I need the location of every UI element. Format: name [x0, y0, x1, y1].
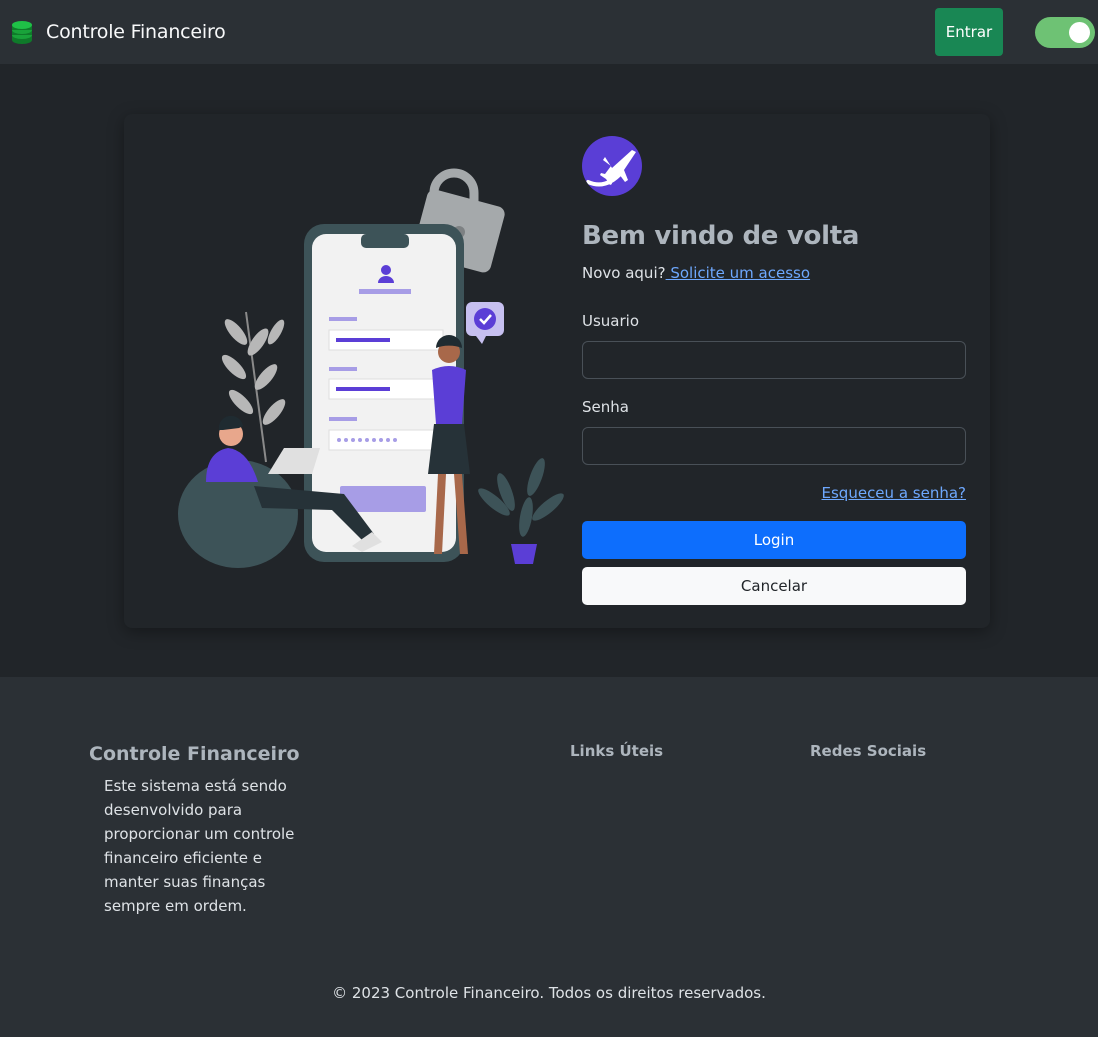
cancel-button[interactable]: Cancelar	[582, 567, 966, 605]
footer: Controle Financeiro Este sistema está se…	[0, 677, 1098, 1037]
copyright: © 2023 Controle Financeiro. Todos os dir…	[332, 984, 766, 1002]
toggle-knob	[1069, 22, 1090, 43]
username-input[interactable]	[582, 341, 966, 379]
coins-stack-icon	[12, 21, 32, 44]
enter-button[interactable]: Entrar	[935, 8, 1003, 56]
brand-title[interactable]: Controle Financeiro	[46, 21, 226, 43]
forgot-password-link[interactable]: Esqueceu a senha?	[822, 484, 966, 502]
useful-links-heading: Links Úteis	[570, 742, 664, 760]
signup-prompt-text: Novo aqui?	[582, 264, 666, 282]
login-button[interactable]: Login	[582, 521, 966, 559]
brand-link[interactable]: Controle Financeiro	[11, 20, 226, 46]
airplane-icon	[582, 136, 642, 196]
password-label: Senha	[582, 398, 629, 416]
signup-prompt: Novo aqui? Solicite um acesso	[582, 264, 810, 282]
footer-description: Este sistema está sendo desenvolvido par…	[104, 777, 295, 915]
login-illustration	[178, 168, 564, 568]
password-input[interactable]	[582, 427, 966, 465]
theme-toggle[interactable]	[1035, 17, 1095, 48]
request-access-link[interactable]: Solicite um acesso	[666, 264, 810, 282]
footer-title: Controle Financeiro	[89, 743, 300, 765]
page-title: Bem vindo de volta	[582, 221, 860, 251]
social-networks-heading: Redes Sociais	[810, 742, 927, 760]
navbar: Controle Financeiro Entrar	[0, 0, 1098, 64]
username-label: Usuario	[582, 312, 640, 330]
